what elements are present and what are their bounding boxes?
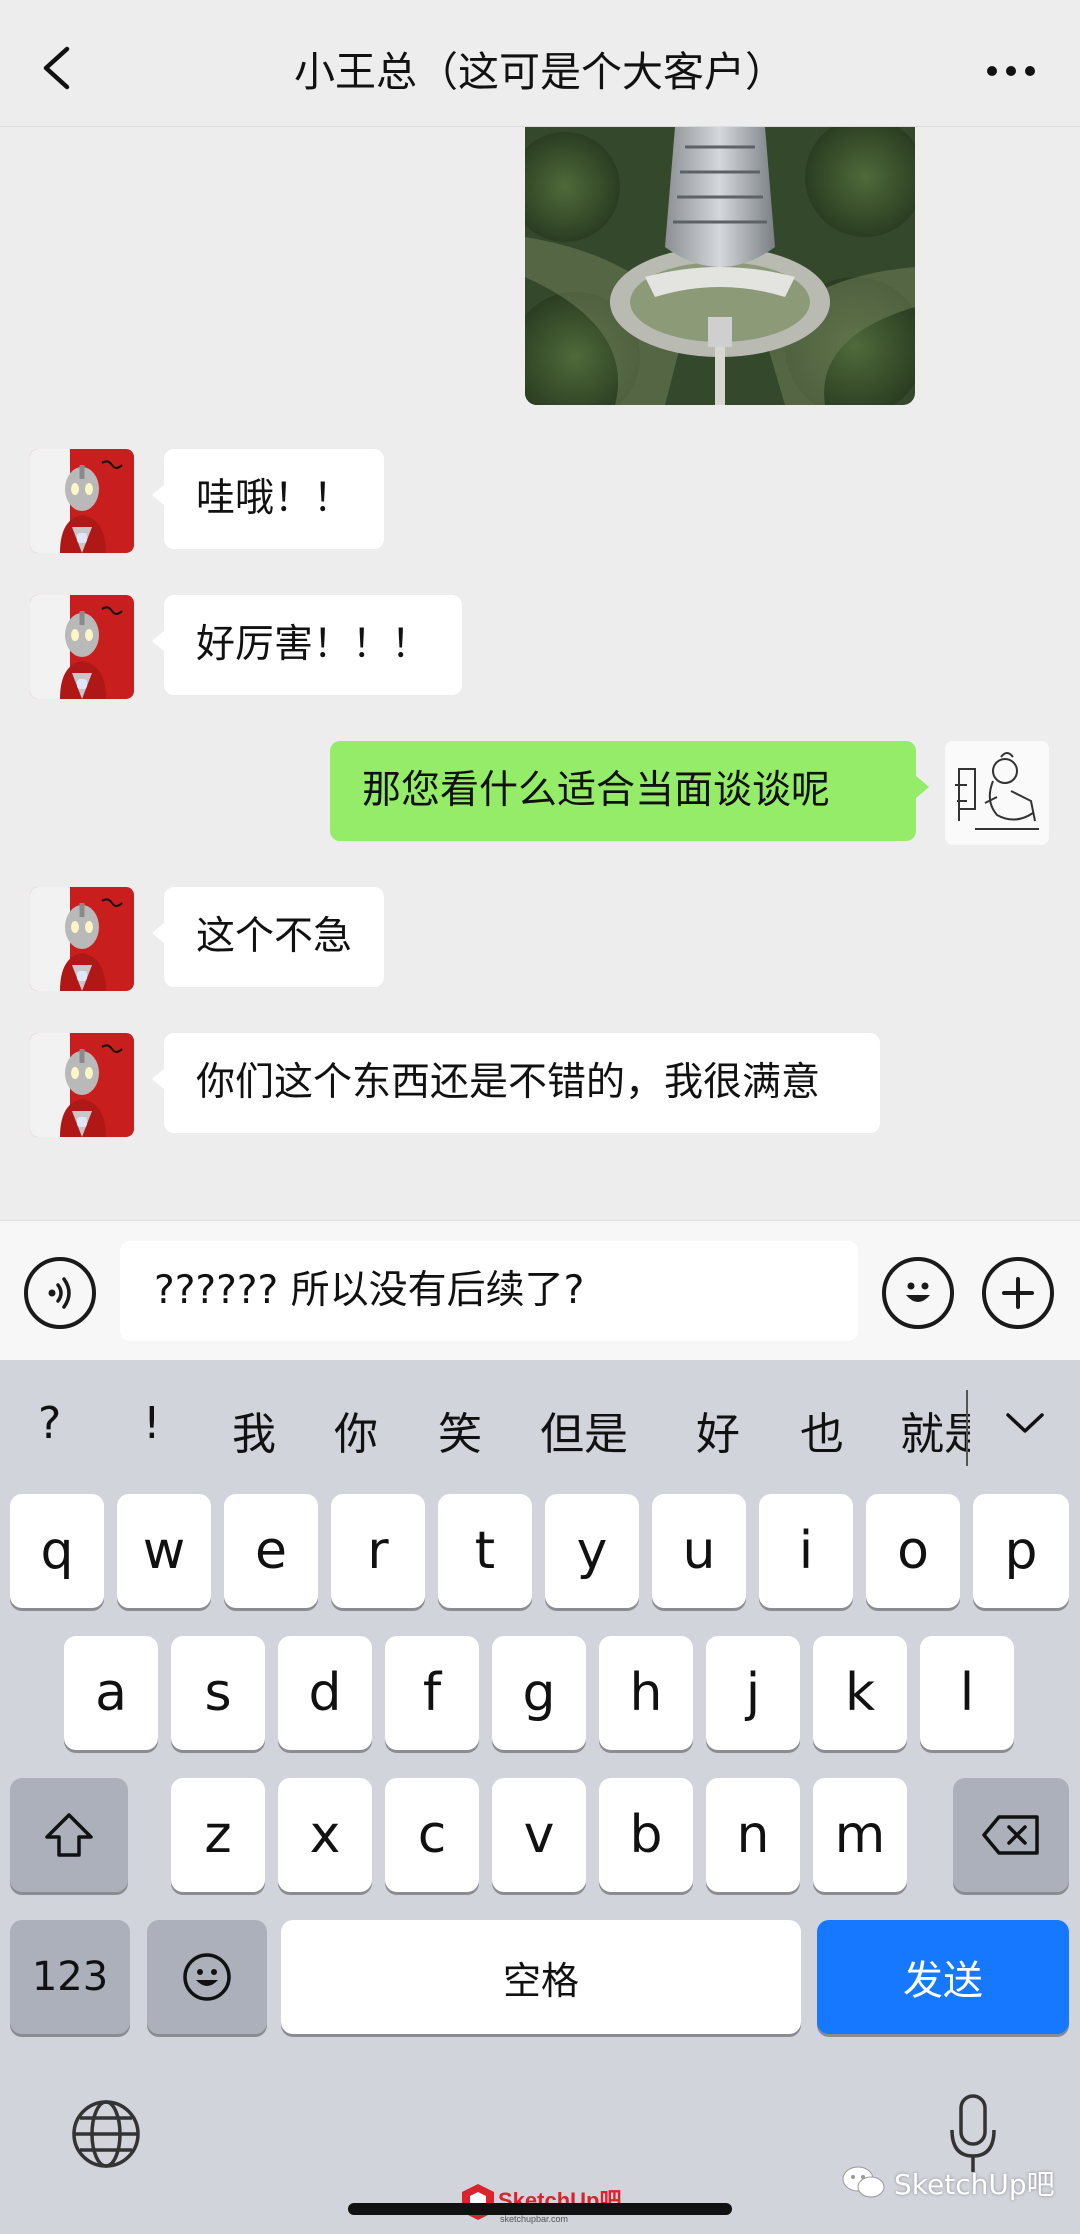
numbers-key[interactable]: 123 — [10, 1920, 130, 2034]
chat-header: 小王总（这可是个大客户） — [0, 0, 1080, 127]
key-m[interactable]: m — [813, 1778, 907, 1892]
watermark-right: SketchUp吧 — [842, 2163, 1055, 2203]
collapse-candidates-button[interactable] — [995, 1398, 1055, 1448]
emoji-key[interactable] — [147, 1920, 267, 2034]
globe-button[interactable] — [70, 2098, 142, 2170]
key-h[interactable]: h — [599, 1636, 693, 1750]
key-c[interactable]: c — [385, 1778, 479, 1892]
backspace-icon — [982, 1815, 1039, 1855]
key-w[interactable]: w — [117, 1494, 211, 1608]
contact-avatar[interactable] — [30, 595, 134, 699]
key-v[interactable]: v — [492, 1778, 586, 1892]
space-key[interactable]: 空格 — [281, 1920, 801, 2034]
message-text: 那您看什么适合当面谈谈呢 — [362, 768, 831, 813]
contact-avatar[interactable] — [30, 449, 134, 553]
key-p[interactable]: p — [973, 1494, 1069, 1608]
message-bubble-self[interactable]: 那您看什么适合当面谈谈呢 — [330, 741, 929, 841]
message-text: 这个不急 — [196, 914, 353, 959]
self-avatar[interactable] — [945, 741, 1049, 845]
send-key[interactable]: 发送 — [817, 1920, 1069, 2034]
chat-messages[interactable]: 哇哦！！ 好厉害！！！ 那您看什么适合当面谈谈呢 这个不急 你们这个东西还是不错… — [0, 127, 1080, 1220]
logo-url: sketchupbar.com — [500, 2214, 568, 2224]
delete-key[interactable] — [953, 1778, 1069, 1892]
key-u[interactable]: u — [652, 1494, 746, 1608]
message-bubble[interactable]: 这个不急 — [151, 887, 385, 987]
candidate[interactable]: ! — [143, 1398, 161, 1449]
key-j[interactable]: j — [706, 1636, 800, 1750]
chat-title: 小王总（这可是个大客户） — [294, 48, 786, 96]
message-text: 哇哦！！ — [196, 476, 353, 521]
chevron-down-icon — [1006, 1413, 1044, 1433]
contact-avatar[interactable] — [30, 1033, 134, 1137]
more-dots-icon — [987, 66, 1035, 76]
message-text: 好厉害！！！ — [196, 622, 431, 667]
ultraman-avatar-image — [30, 595, 134, 699]
voice-icon — [48, 1277, 71, 1309]
candidate-divider — [966, 1390, 968, 1466]
image-message[interactable] — [525, 127, 915, 405]
message-bubble[interactable]: 哇哦！！ — [151, 449, 385, 549]
ultraman-avatar-image — [30, 887, 134, 991]
back-button[interactable] — [28, 36, 84, 100]
message-text: 你们这个东西还是不错的，我很满意 — [196, 1060, 821, 1105]
key-s[interactable]: s — [171, 1636, 265, 1750]
ultraman-avatar-image — [30, 449, 134, 553]
watermark-text: SketchUp吧 — [894, 2168, 1055, 2201]
key-b[interactable]: b — [599, 1778, 693, 1892]
contact-avatar[interactable] — [30, 887, 134, 991]
emoji-keyboard-icon — [183, 1953, 231, 2001]
emoji-button[interactable] — [882, 1257, 954, 1329]
key-y[interactable]: y — [545, 1494, 639, 1608]
chevron-left-icon — [43, 46, 70, 90]
candidate[interactable]: 你 — [334, 1398, 378, 1462]
shift-key[interactable] — [10, 1778, 128, 1892]
key-z[interactable]: z — [171, 1778, 265, 1892]
key-x[interactable]: x — [278, 1778, 372, 1892]
key-l[interactable]: l — [920, 1636, 1014, 1750]
message-input[interactable]: ?????? 所以没有后续了? — [120, 1241, 858, 1341]
key-d[interactable]: d — [278, 1636, 372, 1750]
candidate[interactable]: 好 — [696, 1398, 740, 1462]
key-f[interactable]: f — [385, 1636, 479, 1750]
message-bubble[interactable]: 好厉害！！！ — [151, 595, 463, 695]
candidate[interactable]: 也 — [800, 1398, 844, 1462]
ultraman-avatar-image — [30, 1033, 134, 1137]
key-o[interactable]: o — [866, 1494, 960, 1608]
key-r[interactable]: r — [331, 1494, 425, 1608]
keyboard: ? ! 我 你 笑 但是 好 也 就是 q w e r t y u i o p … — [0, 1360, 1080, 2234]
voice-button[interactable] — [24, 1257, 96, 1329]
key-g[interactable]: g — [492, 1636, 586, 1750]
building-photo — [525, 127, 915, 405]
key-k[interactable]: k — [813, 1636, 907, 1750]
message-bubble[interactable]: 你们这个东西还是不错的，我很满意 — [152, 1033, 880, 1133]
key-n[interactable]: n — [706, 1778, 800, 1892]
candidate[interactable]: 我 — [232, 1398, 276, 1462]
globe-icon — [72, 2100, 140, 2168]
candidate-clip: 就是 — [900, 1398, 970, 1458]
shift-icon — [45, 1813, 93, 1857]
key-a[interactable]: a — [64, 1636, 158, 1750]
emoji-icon — [906, 1282, 930, 1302]
wechat-icon — [842, 2166, 885, 2198]
candidate[interactable]: 就是 — [900, 1398, 970, 1458]
input-bar: ?????? 所以没有后续了? — [0, 1220, 1080, 1360]
candidate[interactable]: ? — [38, 1398, 61, 1449]
more-button[interactable] — [976, 46, 1046, 96]
plus-button[interactable] — [982, 1257, 1054, 1329]
candidate[interactable]: 笑 — [438, 1398, 482, 1462]
candidate[interactable]: 但是 — [540, 1398, 628, 1462]
candidate-bar: ? ! 我 你 笑 但是 好 也 就是 — [0, 1360, 1080, 1490]
home-indicator[interactable] — [348, 2203, 732, 2215]
chat-screen: 小王总（这可是个大客户） 哇哦！！ 好厉害！！！ 那您看什么适合当面谈谈呢 这个… — [0, 0, 1080, 2234]
key-e[interactable]: e — [224, 1494, 318, 1608]
key-t[interactable]: t — [438, 1494, 532, 1608]
plus-icon — [1002, 1277, 1034, 1309]
key-i[interactable]: i — [759, 1494, 853, 1608]
sketch-avatar-image — [945, 741, 1049, 845]
key-q[interactable]: q — [10, 1494, 104, 1608]
